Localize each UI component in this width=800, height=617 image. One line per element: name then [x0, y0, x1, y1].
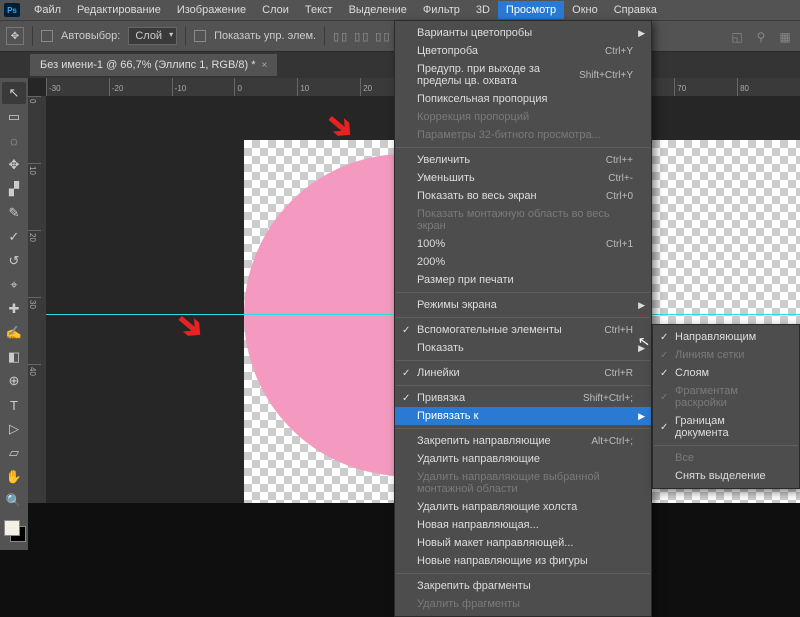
tool-8[interactable]: ⌖: [2, 274, 26, 296]
menu-item[interactable]: Удалить направляющие: [395, 450, 651, 468]
tool-14[interactable]: ▷: [2, 418, 26, 440]
menu-item[interactable]: 100%Ctrl+1: [395, 235, 651, 253]
menu-файл[interactable]: Файл: [26, 1, 69, 19]
view-menu-dropdown: Варианты цветопробы▶ЦветопробаCtrl+YПред…: [394, 20, 652, 617]
tool-6[interactable]: ✓: [2, 226, 26, 248]
menu-фильтр[interactable]: Фильтр: [415, 1, 468, 19]
tool-2[interactable]: ◌: [2, 130, 26, 152]
menu-item[interactable]: ЦветопробаCtrl+Y: [395, 42, 651, 60]
menu-item[interactable]: УменьшитьCtrl+-: [395, 169, 651, 187]
menu-item[interactable]: Удалить направляющие холста: [395, 498, 651, 516]
ruler-vertical[interactable]: 010203040: [28, 96, 46, 503]
panel-icon[interactable]: ▦: [776, 28, 794, 46]
menu-изображение[interactable]: Изображение: [169, 1, 254, 19]
menu-item: Показать монтажную область во весь экран: [395, 205, 651, 235]
menu-item[interactable]: Закрепить направляющиеAlt+Ctrl+;: [395, 432, 651, 450]
menu-редактирование[interactable]: Редактирование: [69, 1, 169, 19]
tool-15[interactable]: ▱: [2, 442, 26, 464]
menu-выделение[interactable]: Выделение: [341, 1, 415, 19]
menu-item[interactable]: Показать во весь экранCtrl+0: [395, 187, 651, 205]
menu-item[interactable]: ✓ПривязкаShift+Ctrl+;: [395, 389, 651, 407]
menu-item[interactable]: Предупр. при выходе за пределы цв. охват…: [395, 60, 651, 90]
tool-1[interactable]: ▭: [2, 106, 26, 128]
menu-item: Коррекция пропорций: [395, 108, 651, 126]
menu-item[interactable]: Новая направляющая...: [395, 516, 651, 534]
tool-3[interactable]: ✥: [2, 154, 26, 176]
menu-item: ✓Фрагментам раскройки: [653, 382, 799, 412]
tool-10[interactable]: ✍: [2, 322, 26, 344]
menu-просмотр[interactable]: Просмотр: [498, 1, 564, 19]
menu-item: Удалить фрагменты: [395, 595, 651, 613]
menu-текст[interactable]: Текст: [297, 1, 341, 19]
menu-item[interactable]: Новый макет направляющей...: [395, 534, 651, 552]
menu-слои[interactable]: Слои: [254, 1, 297, 19]
autoselect-checkbox[interactable]: [41, 30, 53, 42]
menubar: Ps ФайлРедактированиеИзображениеСлоиТекс…: [0, 0, 800, 20]
menu-item[interactable]: ✓ЛинейкиCtrl+R: [395, 364, 651, 382]
document-title: Без имени-1 @ 66,7% (Эллипс 1, RGB/8) *: [40, 59, 255, 71]
move-tool-preset-icon[interactable]: ✥: [6, 27, 24, 45]
menu-item[interactable]: Закрепить фрагменты: [395, 577, 651, 595]
menu-item[interactable]: ✓Вспомогательные элементыCtrl+H: [395, 321, 651, 339]
tool-12[interactable]: ⊕: [2, 370, 26, 392]
menu-item[interactable]: Снять выделение: [653, 467, 799, 485]
foreground-swatch[interactable]: [4, 520, 20, 536]
snap-to-submenu: ✓Направляющим✓Линиям сетки✓Слоям✓Фрагмен…: [652, 324, 800, 489]
menu-item[interactable]: УвеличитьCtrl++: [395, 151, 651, 169]
tool-panel: ↖▭◌✥▞✎✓↺⌖✚✍◧⊕T▷▱✋🔍: [0, 78, 28, 550]
autoselect-label: Автовыбор:: [61, 30, 120, 42]
tool-17[interactable]: 🔍: [2, 490, 26, 512]
menu-item: Параметры 32-битного просмотра...: [395, 126, 651, 144]
menu-item[interactable]: Новые направляющие из фигуры: [395, 552, 651, 570]
menu-item[interactable]: ✓Слоям: [653, 364, 799, 382]
tool-7[interactable]: ↺: [2, 250, 26, 272]
show-controls-label: Показать упр. элем.: [214, 30, 316, 42]
tool-11[interactable]: ◧: [2, 346, 26, 368]
menu-item: ✓Линиям сетки: [653, 346, 799, 364]
menu-item[interactable]: Показать▶: [395, 339, 651, 357]
menu-окно[interactable]: Окно: [564, 1, 606, 19]
menu-3d[interactable]: 3D: [468, 1, 498, 19]
tool-9[interactable]: ✚: [2, 298, 26, 320]
tool-13[interactable]: T: [2, 394, 26, 416]
tool-0[interactable]: ↖: [2, 82, 26, 104]
show-controls-checkbox[interactable]: [194, 30, 206, 42]
menu-item[interactable]: Привязать к▶: [395, 407, 651, 425]
menu-справка[interactable]: Справка: [606, 1, 665, 19]
search-icon[interactable]: ⚲: [752, 28, 770, 46]
menu-item[interactable]: Попиксельная пропорция: [395, 90, 651, 108]
tool-4[interactable]: ▞: [2, 178, 26, 200]
document-tab[interactable]: Без имени-1 @ 66,7% (Эллипс 1, RGB/8) * …: [30, 54, 277, 76]
layer-select[interactable]: Слой: [128, 27, 177, 45]
menu-item[interactable]: ✓Границам документа: [653, 412, 799, 442]
menu-item[interactable]: Режимы экрана▶: [395, 296, 651, 314]
menu-item[interactable]: 200%: [395, 253, 651, 271]
workspace-icons: ◱ ⚲ ▦: [728, 28, 794, 46]
menu-item[interactable]: Варианты цветопробы▶: [395, 24, 651, 42]
menu-item[interactable]: Размер при печати: [395, 271, 651, 289]
menu-item: Все: [653, 449, 799, 467]
app-icon: Ps: [4, 3, 20, 17]
tool-5[interactable]: ✎: [2, 202, 26, 224]
tool-16[interactable]: ✋: [2, 466, 26, 488]
share-icon[interactable]: ◱: [728, 28, 746, 46]
menu-item[interactable]: ✓Направляющим: [653, 328, 799, 346]
close-tab-icon[interactable]: ×: [261, 60, 267, 71]
menu-item: Удалить направляющие выбранной монтажной…: [395, 468, 651, 498]
annotation-arrow: ➔: [166, 302, 214, 351]
